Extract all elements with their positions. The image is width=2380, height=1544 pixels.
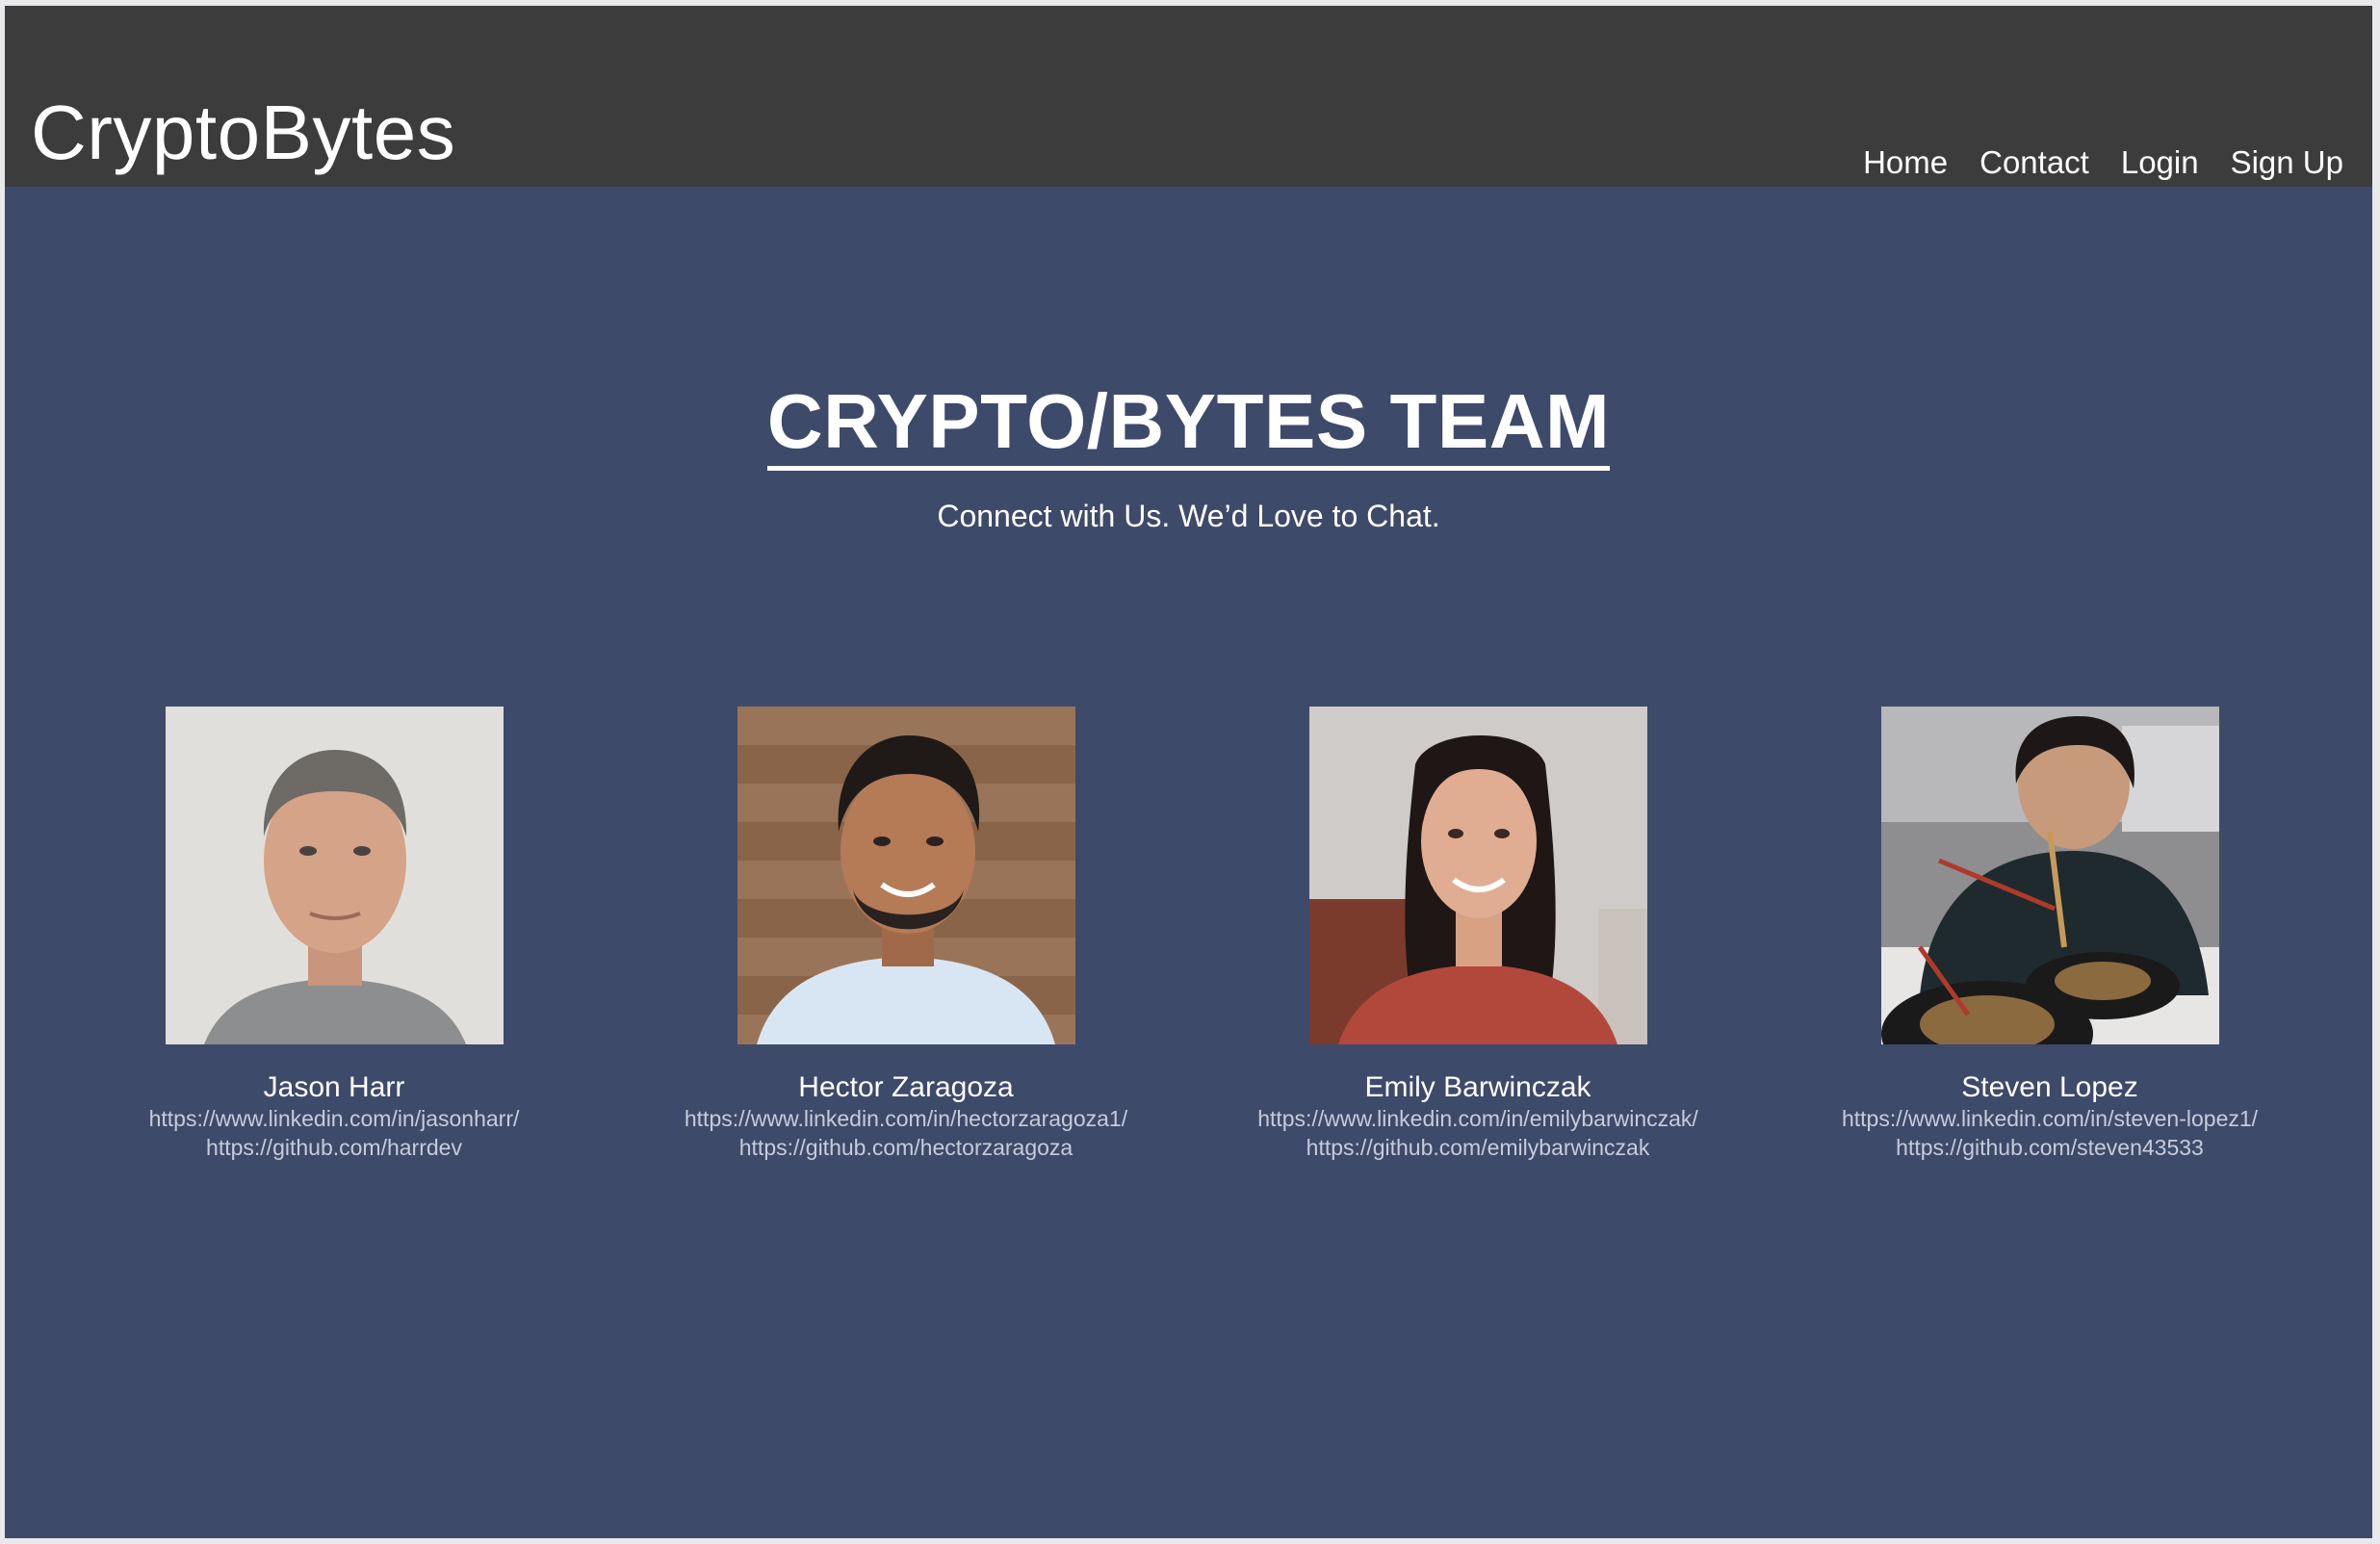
nav-contact-link[interactable]: Contact <box>1979 146 2089 178</box>
team-member-card: Emily Barwinczak https://www.linkedin.co… <box>1208 707 1747 1162</box>
member-photo <box>737 707 1075 1044</box>
member-github-link[interactable]: https://github.com/emilybarwinczak <box>1208 1133 1747 1162</box>
page: CryptoBytes Home Contact Login Sign Up C… <box>5 6 2372 1538</box>
member-github-link[interactable]: https://github.com/hectorzaragoza <box>636 1133 1176 1162</box>
member-name: Hector Zaragoza <box>798 1071 1014 1103</box>
member-github-link[interactable]: https://github.com/steven43533 <box>1780 1133 2319 1162</box>
member-name: Emily Barwinczak <box>1364 1071 1591 1103</box>
nav-signup-link[interactable]: Sign Up <box>2231 146 2343 178</box>
member-photo <box>165 707 504 1044</box>
member-linkedin-link[interactable]: https://www.linkedin.com/in/jasonharr/ <box>65 1104 604 1133</box>
page-subtitle: Connect with Us. We’d Love to Chat. <box>937 499 1440 533</box>
team-member-card: Hector Zaragoza https://www.linkedin.com… <box>636 707 1176 1162</box>
member-photo <box>1880 707 2219 1044</box>
nav-login-link[interactable]: Login <box>2121 146 2199 178</box>
site-header: CryptoBytes Home Contact Login Sign Up <box>5 6 2372 187</box>
team-member-card: Steven Lopez https://www.linkedin.com/in… <box>1780 707 2319 1162</box>
page-title-text: CRYPTO/BYTES TEAM <box>766 378 1611 471</box>
member-github-link[interactable]: https://github.com/harrdev <box>65 1133 604 1162</box>
member-linkedin-link[interactable]: https://www.linkedin.com/in/emilybarwinc… <box>1208 1104 1747 1133</box>
member-name: Steven Lopez <box>1961 1071 2138 1103</box>
member-name: Jason Harr <box>263 1071 405 1103</box>
main-nav: Home Contact Login Sign Up <box>1863 146 2343 178</box>
member-linkedin-link[interactable]: https://www.linkedin.com/in/hectorzarago… <box>636 1104 1176 1133</box>
page-title: CRYPTO/BYTES TEAM <box>5 378 2372 471</box>
nav-home-link[interactable]: Home <box>1863 146 1948 178</box>
member-linkedin-link[interactable]: https://www.linkedin.com/in/steven-lopez… <box>1780 1104 2319 1133</box>
team-member-card: Jason Harr https://www.linkedin.com/in/j… <box>65 707 604 1162</box>
brand-logo[interactable]: CryptoBytes <box>31 94 455 171</box>
member-photo <box>1308 707 1647 1044</box>
